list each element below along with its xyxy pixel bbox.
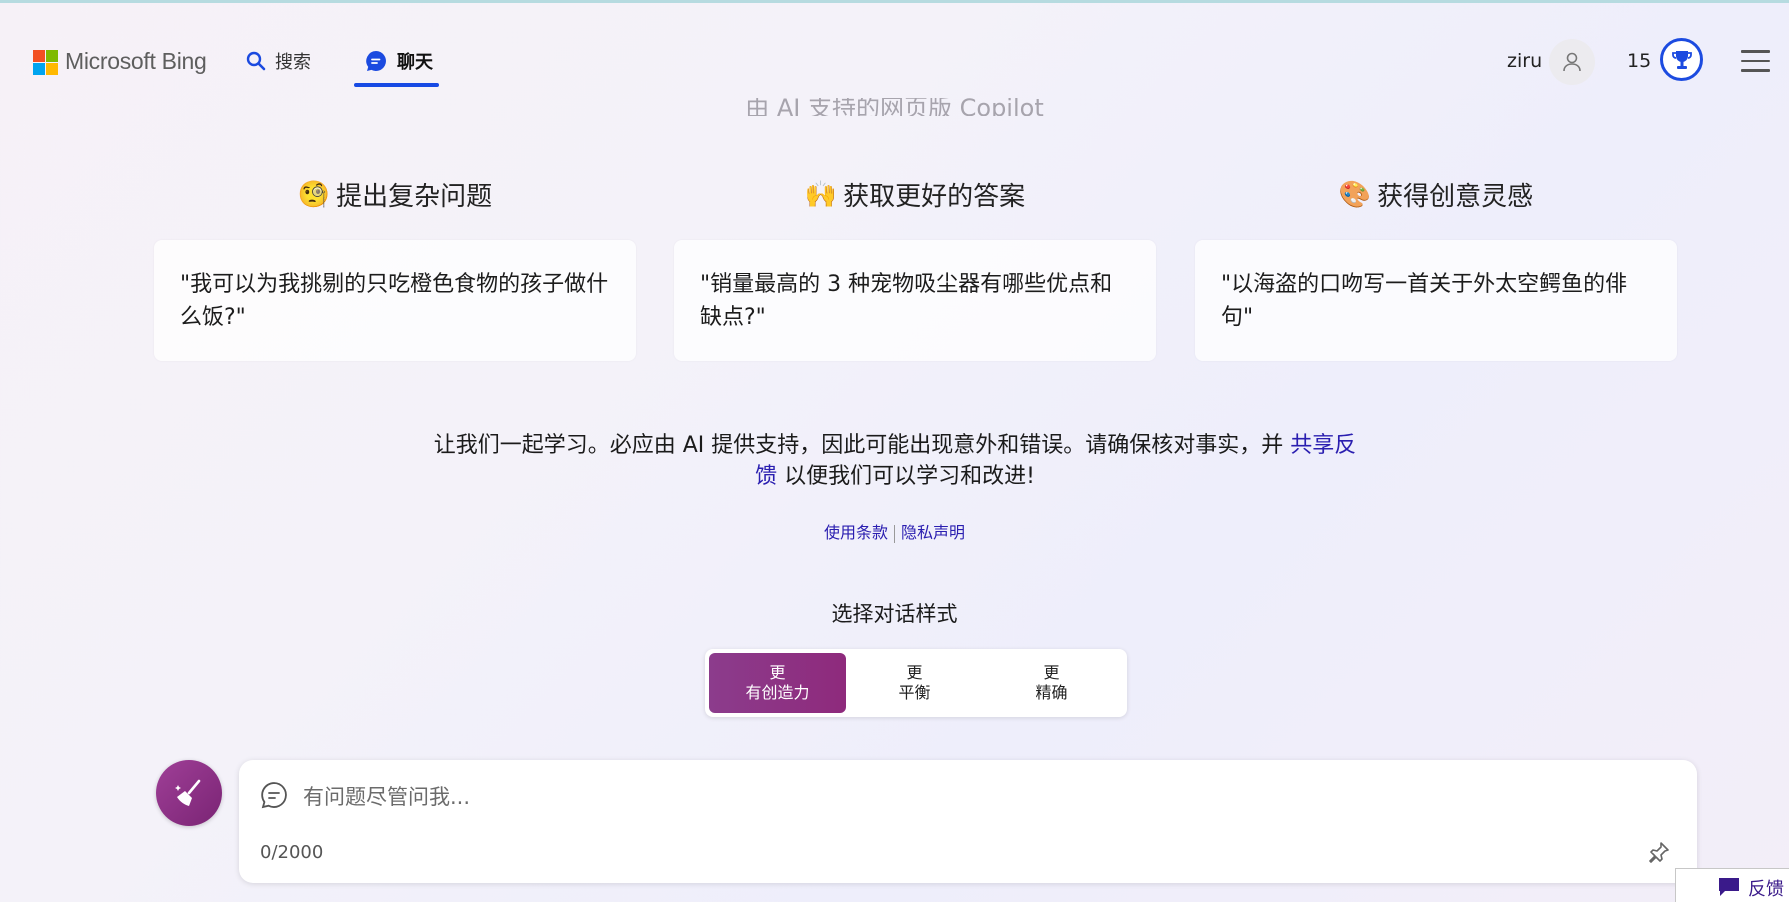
conversation-style-selector: 更 有创造力 更 平衡 更 精确 [705,649,1127,717]
tone-label: 平衡 [898,683,931,702]
feature-heading-creative: 🎨 获得创意灵感 [1195,176,1677,213]
example-prompt-card[interactable]: "销量最高的 3 种宠物吸尘器有哪些优点和缺点?" [674,240,1156,361]
example-prompt-card[interactable]: "我可以为我挑剔的只吃橙色食物的孩子做什么饭?" [154,240,636,361]
bing-logo[interactable]: Microsoft Bing [33,48,207,75]
ai-disclaimer: 让我们一起学习。必应由 AI 提供支持，因此可能出现意外和错误。请确保核对事实，… [430,430,1360,492]
pin-icon[interactable] [1647,840,1671,864]
avatar[interactable] [1549,39,1595,85]
rewards-button[interactable] [1660,38,1703,81]
search-icon [246,51,266,71]
feedback-label: 反馈 [1748,879,1784,900]
terms-link[interactable]: 使用条款 [824,523,888,542]
feedback-button[interactable]: 反馈 [1675,868,1789,902]
tone-label: 精确 [1035,683,1068,702]
character-count: 0/2000 [260,842,324,863]
example-prompt-text: "以海盗的口吻写一首关于外太空鳄鱼的俳句" [1221,272,1628,330]
microsoft-logo-icon [33,49,58,75]
privacy-link[interactable]: 隐私声明 [901,523,965,542]
chat-input-box: 0/2000 [239,760,1697,883]
feedback-icon [1719,878,1739,896]
new-topic-button[interactable] [156,760,222,826]
user-icon [1563,52,1581,72]
feature-title: 获得创意灵感 [1377,182,1534,212]
tone-precise-button[interactable]: 更 精确 [983,653,1120,713]
trophy-icon [1671,50,1692,69]
tab-chat-label: 聊天 [397,52,433,73]
tab-chat[interactable]: 聊天 [364,44,433,78]
legal-links: 使用条款 隐私声明 [0,519,1789,543]
tone-label-prefix: 更 [769,663,786,682]
conversation-style-title: 选择对话样式 [831,602,958,626]
top-header: Microsoft Bing 搜索 聊天 ziru 15 [0,0,1789,100]
example-prompt-text: "我可以为我挑剔的只吃橙色食物的孩子做什么饭?" [180,272,609,330]
tab-search-label: 搜索 [275,52,311,73]
palette-icon: 🎨 [1338,179,1372,210]
chat-input[interactable] [303,780,1653,814]
disclaimer-text: 让我们一起学习。必应由 AI 提供支持，因此可能出现意外和错误。请确保核对事实，… [433,433,1291,458]
chat-bubble-icon [261,782,287,809]
broom-icon [175,779,201,806]
feature-title: 提出复杂问题 [336,182,493,212]
hamburger-menu-icon[interactable] [1741,50,1770,72]
feature-heading-answers: 🙌 获取更好的答案 [674,176,1156,213]
chat-icon [366,51,386,71]
feature-title: 获取更好的答案 [843,182,1026,212]
tone-label: 有创造力 [745,683,810,702]
face-with-monocle-icon: 🧐 [297,179,331,210]
feature-heading-complex: 🧐 提出复杂问题 [154,176,636,213]
tab-search[interactable]: 搜索 [246,44,311,78]
tone-label-prefix: 更 [1043,663,1060,682]
tone-creative-button[interactable]: 更 有创造力 [709,653,846,713]
link-divider [894,524,895,543]
brand-name: Microsoft Bing [65,48,207,74]
user-name[interactable]: ziru [1507,50,1542,72]
example-prompt-card[interactable]: "以海盗的口吻写一首关于外太空鳄鱼的俳句" [1195,240,1677,361]
tone-label-prefix: 更 [906,663,923,682]
tone-balanced-button[interactable]: 更 平衡 [846,653,983,713]
reward-points[interactable]: 15 [1627,50,1651,72]
active-tab-indicator [354,83,439,87]
raising-hands-icon: 🙌 [804,179,838,210]
disclaimer-text-end: 以便我们可以学习和改进! [777,464,1035,489]
example-prompt-text: "销量最高的 3 种宠物吸尘器有哪些优点和缺点?" [700,272,1113,330]
